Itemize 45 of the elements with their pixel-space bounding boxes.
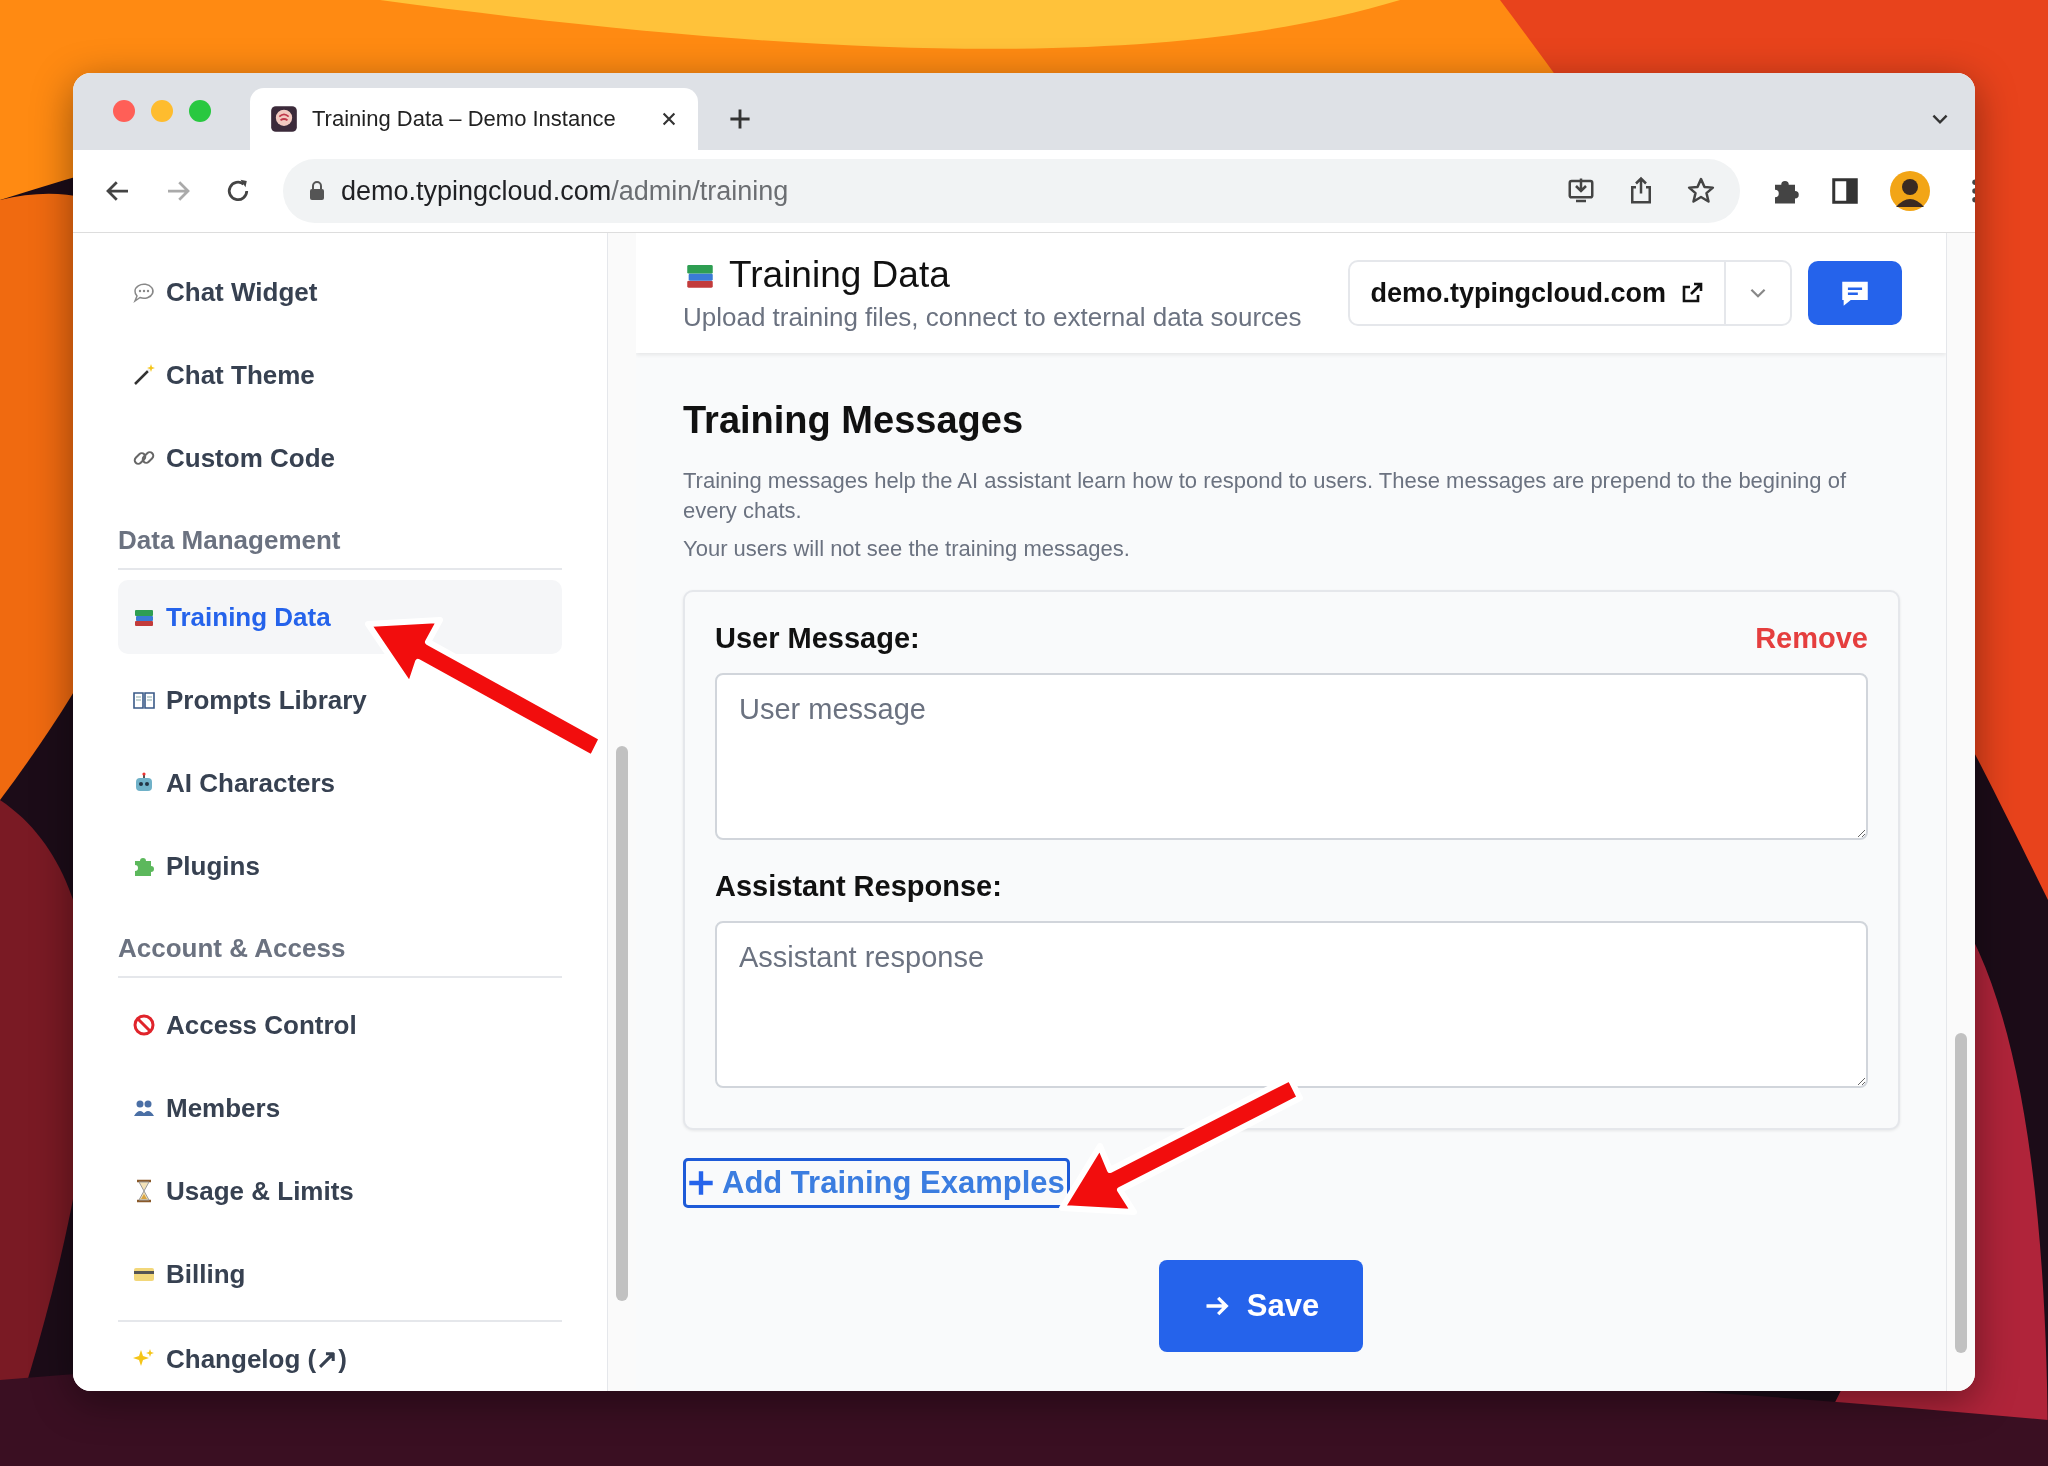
section-heading: Account & Access: [118, 933, 562, 978]
sidebar-item[interactable]: Training Data: [118, 580, 562, 654]
page-subtitle: Upload training files, connect to external data sources: [683, 301, 1303, 333]
add-examples-button[interactable]: Add Training Examples: [683, 1158, 1070, 1208]
tab-title: Training Data – Demo Instance: [312, 106, 617, 132]
sidebar-item[interactable]: Changelog (↗): [118, 1322, 562, 1391]
wand-icon: [132, 363, 156, 387]
sidebar-icon[interactable]: [1830, 176, 1860, 206]
plus-icon: [688, 1170, 714, 1196]
sidebar-item[interactable]: Access Control: [118, 988, 562, 1062]
external-link-icon: [1680, 281, 1704, 305]
sidebar-item[interactable]: Usage & Limits: [118, 1154, 562, 1228]
description-text: Your users will not see the training messages.: [683, 535, 1131, 563]
avatar-icon[interactable]: [1890, 171, 1930, 211]
user-message-field[interactable]: User message: [715, 673, 1868, 840]
remove-link[interactable]: Remove: [1755, 622, 1868, 655]
scrollbar-thumb[interactable]: [1955, 1033, 1967, 1353]
sidebar-item[interactable]: Plugins: [118, 829, 562, 903]
chat-button[interactable]: [1808, 261, 1902, 325]
browser-tab[interactable]: Training Data – Demo Instance: [250, 88, 698, 150]
no-entry-icon: [132, 1013, 156, 1037]
url-text: demo.typingcloud.com/admin/training: [341, 175, 789, 207]
close-tab-icon[interactable]: [660, 110, 678, 128]
field-label: User Message:: [715, 622, 920, 655]
section-heading: Data Management: [118, 525, 562, 570]
section-title: Training Messages: [683, 399, 1024, 442]
sidebar-item[interactable]: Custom Code: [118, 421, 562, 495]
sidebar-item[interactable]: AI Characters: [118, 746, 562, 820]
sidebar-item[interactable]: Billing: [118, 1237, 562, 1311]
speech-bubble-icon: [132, 280, 156, 304]
assistant-response-field[interactable]: Assistant response: [715, 921, 1868, 1088]
sidebar-item[interactable]: Chat Widget: [118, 255, 562, 329]
address-bar[interactable]: demo.typingcloud.com/admin/training: [283, 159, 1740, 223]
page-title: Training Data: [729, 253, 950, 296]
save-button[interactable]: Save: [1159, 1260, 1363, 1352]
sidebar-item[interactable]: Chat Theme: [118, 338, 562, 412]
brain-logo-icon: [270, 105, 298, 133]
description-text: Training messages help the AI assistant learn how to respond to users. These messages are prepend to the begining of every chats.: [683, 467, 1848, 525]
sidebar-item[interactable]: Members: [118, 1071, 562, 1145]
star-icon[interactable]: [1686, 176, 1716, 206]
field-label: Assistant Response:: [715, 870, 1003, 903]
scrollbar-thumb[interactable]: [616, 746, 628, 1301]
new-tab-icon[interactable]: [728, 107, 752, 131]
sidebar-item[interactable]: Prompts Library: [118, 663, 562, 737]
lock-icon: [309, 181, 325, 201]
